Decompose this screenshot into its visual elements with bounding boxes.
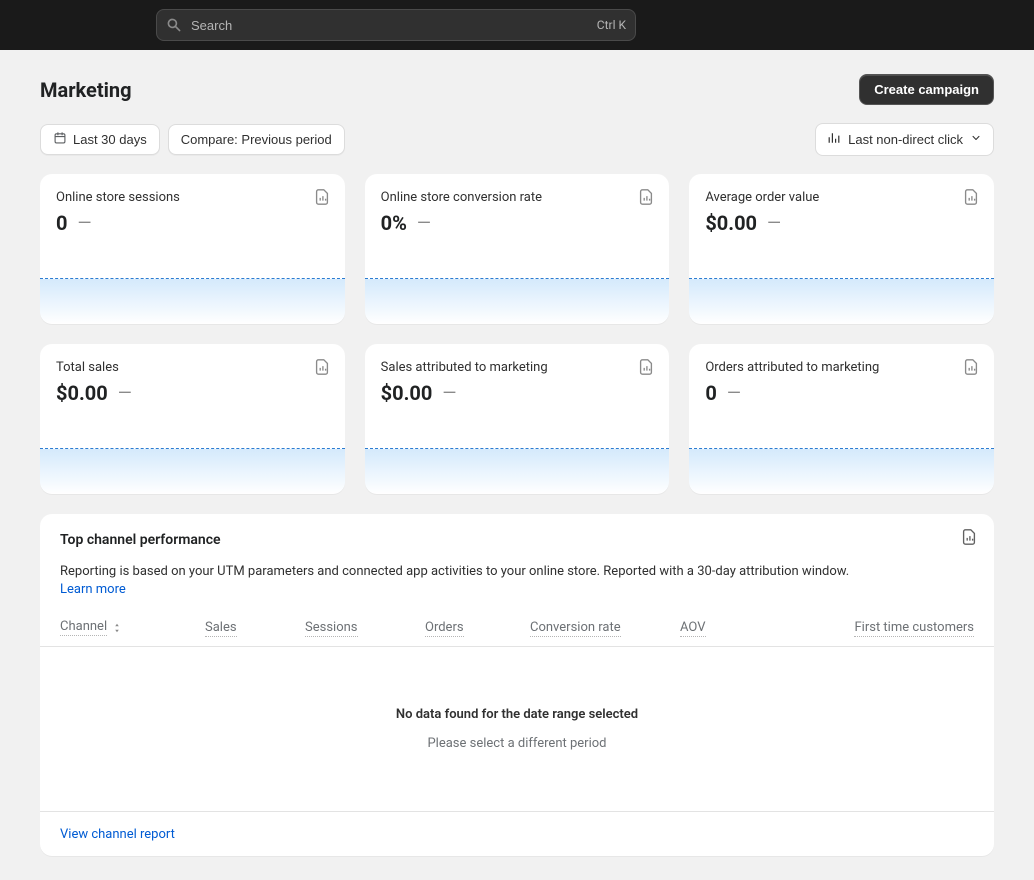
search-input[interactable] <box>156 9 636 41</box>
card-value-row: 0 — <box>705 381 978 405</box>
card-delta: — <box>767 213 781 234</box>
card-delta: — <box>77 213 91 234</box>
search-icon <box>166 17 182 33</box>
empty-state-title: No data found for the date range selecte… <box>60 707 974 722</box>
th-channel[interactable]: Channel <box>60 619 205 636</box>
top-bar: Ctrl K <box>0 0 1034 50</box>
card-delta: — <box>417 213 431 234</box>
card-chart <box>689 448 994 494</box>
compare-label: Compare: Previous period <box>181 132 332 147</box>
card-delta: — <box>118 383 132 404</box>
report-icon[interactable] <box>962 358 980 376</box>
card-value-row: $0.00 — <box>705 211 978 235</box>
card-value: $0.00 <box>56 381 108 405</box>
th-conversion[interactable]: Conversion rate <box>530 619 680 636</box>
date-range-label: Last 30 days <box>73 132 147 147</box>
calendar-icon <box>53 131 67 148</box>
card-title: Online store conversion rate <box>381 190 654 205</box>
th-channel-label: Channel <box>60 619 107 636</box>
card-value: $0.00 <box>381 381 433 405</box>
report-icon[interactable] <box>313 188 331 206</box>
chevron-down-icon <box>969 131 983 148</box>
date-range-button[interactable]: Last 30 days <box>40 124 160 155</box>
card-value: 0 <box>56 211 67 235</box>
th-spacer <box>790 619 854 636</box>
th-first-time-customers[interactable]: First time customers <box>854 619 974 636</box>
card-orders-attributed: Orders attributed to marketing 0 — <box>689 344 994 494</box>
card-title: Orders attributed to marketing <box>705 360 978 375</box>
card-title: Average order value <box>705 190 978 205</box>
card-aov: Average order value $0.00 — <box>689 174 994 324</box>
card-title: Total sales <box>56 360 329 375</box>
card-total-sales: Total sales $0.00 — <box>40 344 345 494</box>
chart-fill <box>689 279 994 324</box>
th-sales[interactable]: Sales <box>205 619 305 636</box>
attribution-menu[interactable]: Last non-direct click <box>815 123 994 156</box>
chart-fill <box>365 279 670 324</box>
card-value-row: $0.00 — <box>381 381 654 405</box>
report-icon[interactable] <box>637 188 655 206</box>
filters-row: Last 30 days Compare: Previous period La… <box>40 123 994 156</box>
card-value-row: 0 — <box>56 211 329 235</box>
card-conversion-rate: Online store conversion rate 0% — <box>365 174 670 324</box>
report-icon[interactable] <box>637 358 655 376</box>
page-header: Marketing Create campaign <box>40 74 994 105</box>
report-icon[interactable] <box>960 528 978 546</box>
attribution-label: Last non-direct click <box>848 132 963 147</box>
card-chart <box>365 448 670 494</box>
chart-fill <box>40 279 345 324</box>
search-shortcut: Ctrl K <box>597 18 626 32</box>
th-orders-label: Orders <box>425 620 464 637</box>
chart-fill <box>689 449 994 494</box>
sort-icon <box>111 622 123 634</box>
card-chart <box>365 278 670 324</box>
learn-more-link[interactable]: Learn more <box>60 582 126 597</box>
card-value-row: 0% — <box>381 211 654 235</box>
report-icon[interactable] <box>962 188 980 206</box>
card-delta: — <box>727 383 741 404</box>
page-title: Marketing <box>40 78 132 102</box>
card-online-store-sessions: Online store sessions 0 — <box>40 174 345 324</box>
panel-description: Reporting is based on your UTM parameter… <box>60 564 974 579</box>
filters-left: Last 30 days Compare: Previous period <box>40 124 345 155</box>
th-ftc-label: First time customers <box>854 620 974 637</box>
th-sessions-label: Sessions <box>305 620 358 637</box>
panel-title: Top channel performance <box>60 532 974 548</box>
search-wrapper: Ctrl K <box>156 9 636 41</box>
card-chart <box>689 278 994 324</box>
table-header: Channel Sales Sessions Orders Conversion… <box>40 611 994 647</box>
filters-right: Last non-direct click <box>815 123 994 156</box>
card-value: $0.00 <box>705 211 757 235</box>
report-icon <box>826 130 842 149</box>
card-delta: — <box>442 383 456 404</box>
card-title: Online store sessions <box>56 190 329 205</box>
metrics-grid: Online store sessions 0 — Online store c… <box>40 174 994 494</box>
th-aov-label: AOV <box>680 620 706 637</box>
channel-performance-panel: Top channel performance Reporting is bas… <box>40 514 994 856</box>
th-sessions[interactable]: Sessions <box>305 619 425 636</box>
th-orders[interactable]: Orders <box>425 619 530 636</box>
chart-fill <box>40 449 345 494</box>
th-aov[interactable]: AOV <box>680 619 790 636</box>
card-sales-attributed: Sales attributed to marketing $0.00 — <box>365 344 670 494</box>
th-conversion-label: Conversion rate <box>530 620 621 637</box>
page-content: Marketing Create campaign Last 30 days C… <box>0 50 1034 880</box>
chart-fill <box>365 449 670 494</box>
card-chart <box>40 278 345 324</box>
empty-state: No data found for the date range selecte… <box>40 647 994 811</box>
th-sales-label: Sales <box>205 620 237 637</box>
card-value: 0% <box>381 211 407 235</box>
create-campaign-button[interactable]: Create campaign <box>859 74 994 105</box>
report-icon[interactable] <box>313 358 331 376</box>
view-channel-report-link[interactable]: View channel report <box>60 827 175 842</box>
panel-footer: View channel report <box>40 811 994 856</box>
card-chart <box>40 448 345 494</box>
card-value-row: $0.00 — <box>56 381 329 405</box>
card-value: 0 <box>705 381 716 405</box>
compare-button[interactable]: Compare: Previous period <box>168 124 345 155</box>
card-title: Sales attributed to marketing <box>381 360 654 375</box>
empty-state-subtitle: Please select a different period <box>60 736 974 751</box>
